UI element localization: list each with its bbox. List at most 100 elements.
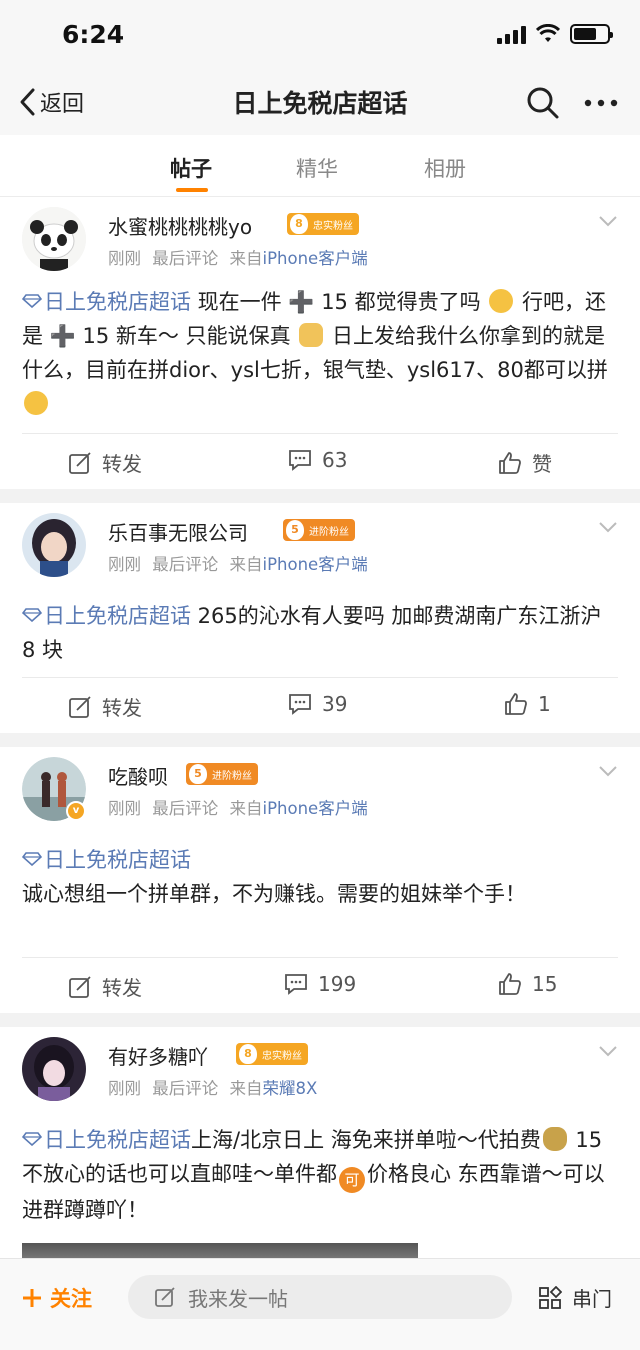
source-prefix: 来自	[229, 799, 263, 818]
username[interactable]: 乐百事无限公司	[108, 517, 248, 546]
fan-badge: 8 忠实粉丝	[287, 213, 359, 235]
comment-button[interactable]: 39	[288, 692, 347, 716]
chevron-left-icon	[20, 88, 35, 116]
badge-label: 进阶粉丝	[212, 770, 252, 782]
topic-link[interactable]: 日上免税店超话	[22, 843, 618, 877]
badge-label: 忠实粉丝	[313, 220, 353, 232]
avatar[interactable]: v	[22, 757, 86, 821]
topic-link[interactable]: 日上免税店超话	[22, 1128, 191, 1152]
wifi-icon	[536, 24, 560, 42]
thumbs-up-icon	[499, 451, 521, 474]
compose-post-button[interactable]: 我来发一帖	[128, 1275, 512, 1319]
comment-button[interactable]: 63	[288, 448, 347, 472]
avatar[interactable]	[22, 207, 86, 271]
post-text: 日上免税店超话 265的沁水有人要吗 加邮费湖南广东江浙沪 8 块	[22, 599, 618, 667]
more-icon[interactable]	[583, 96, 619, 110]
post-card[interactable]: v 吃酸呗 5 进阶粉丝 刚刚 最后评论 来自iPhone客户端 日上免税店超话…	[0, 747, 640, 1013]
comment-icon	[289, 450, 311, 471]
post-card[interactable]: 乐百事无限公司 5 进阶粉丝 刚刚 最后评论 来自iPhone客户端 日上免税店…	[0, 503, 640, 733]
post-text-segment: 现在一件	[191, 290, 289, 314]
follow-label: 关注	[50, 1287, 92, 1311]
like-count: 15	[532, 972, 558, 996]
repost-button[interactable]: 转发	[68, 692, 142, 721]
post-source[interactable]: 荣耀8X	[263, 1079, 318, 1098]
visit-button[interactable]: 串门	[538, 1283, 612, 1312]
username[interactable]: 水蜜桃桃桃桃yo	[108, 211, 252, 240]
chevron-down-icon[interactable]	[598, 521, 618, 533]
status-time: 6:24	[62, 20, 125, 49]
topic-diamond-icon	[22, 1132, 42, 1146]
post-text-segment: 15 新车～ 只能说保真	[75, 324, 298, 348]
plus-icon	[23, 1289, 41, 1307]
topic-diamond-icon	[22, 852, 42, 866]
comment-count: 39	[322, 692, 348, 716]
tab-posts[interactable]: 帖子	[170, 153, 212, 183]
last-comment-label: 最后评论	[152, 555, 219, 574]
post-card[interactable]: 水蜜桃桃桃桃yo 8 忠实粉丝 刚刚 最后评论 来自iPhone客户端 日上免税…	[0, 197, 640, 489]
comment-count: 63	[322, 448, 348, 472]
back-button[interactable]: 返回	[18, 86, 84, 118]
avatar[interactable]	[22, 513, 86, 577]
visit-label: 串门	[572, 1287, 612, 1311]
topic-link[interactable]: 日上免税店超话	[22, 290, 191, 314]
post-text-segment: 上海/北京日上 海免来拼单啦～代拍费	[191, 1128, 541, 1152]
username[interactable]: 有好多糖吖	[108, 1041, 208, 1070]
avatar[interactable]	[22, 1037, 86, 1101]
post-text: 日上免税店超话上海/北京日上 海免来拼单啦～代拍费 15 不放心的话也可以直邮哇…	[22, 1123, 618, 1227]
comment-icon	[289, 694, 311, 715]
post-source[interactable]: iPhone客户端	[263, 799, 368, 818]
tab-active-indicator	[176, 188, 208, 192]
username[interactable]: 吃酸呗	[108, 761, 168, 790]
follow-button[interactable]: 关注	[22, 1283, 92, 1313]
post-actions: 转发 199 15	[22, 957, 618, 1013]
search-icon[interactable]	[526, 86, 560, 120]
like-button[interactable]: 15	[498, 972, 557, 996]
comment-icon	[285, 974, 307, 995]
ok-badge-icon: 可	[339, 1167, 365, 1193]
fan-badge: 5 进阶粉丝	[186, 763, 258, 785]
post-meta: 刚刚 最后评论 来自iPhone客户端	[108, 551, 368, 575]
topic-link[interactable]: 日上免税店超话	[22, 604, 191, 628]
post-source[interactable]: iPhone客户端	[263, 249, 368, 268]
anime-avatar-image	[22, 1037, 86, 1101]
repost-button[interactable]: 转发	[68, 448, 142, 477]
post-source[interactable]: iPhone客户端	[263, 555, 368, 574]
thumbs-up-icon	[499, 973, 521, 995]
fan-badge: 5 进阶粉丝	[283, 519, 355, 541]
grid-diamond-icon	[539, 1285, 562, 1309]
post-meta: 刚刚 最后评论 来自iPhone客户端	[108, 245, 368, 269]
repost-icon	[69, 975, 91, 998]
chevron-down-icon[interactable]	[598, 1045, 618, 1057]
topic-diamond-icon	[22, 608, 42, 622]
repost-icon	[69, 695, 91, 718]
last-comment-label: 最后评论	[152, 799, 219, 818]
plus-emoji: ➕	[288, 290, 315, 314]
post-meta: 刚刚 最后评论 来自荣耀8X	[108, 1075, 317, 1099]
signal-icon	[497, 24, 526, 44]
repost-label: 转发	[102, 976, 142, 1000]
repost-label: 转发	[102, 452, 142, 476]
like-button[interactable]: 1	[504, 692, 551, 716]
post-text: 日上免税店超话 现在一件 ➕ 15 都觉得贵了吗 行吧，还是 ➕ 15 新车～ …	[22, 285, 618, 421]
post-text-segment: 15 都觉得贵了吗	[314, 290, 488, 314]
post-time: 刚刚	[108, 1079, 141, 1098]
tab-album[interactable]: 相册	[424, 153, 466, 183]
post-text-body: 诚心想组一个拼单群，不为赚钱。需要的姐妹举个手！	[22, 882, 526, 906]
repost-icon	[69, 451, 91, 474]
badge-level: 5	[286, 520, 304, 540]
post-time: 刚刚	[108, 799, 141, 818]
repost-button[interactable]: 转发	[68, 972, 142, 1001]
topic-label: 日上免税店超话	[44, 604, 191, 628]
comment-button[interactable]: 199	[284, 972, 356, 996]
tab-bar: 帖子 精华 相册	[0, 135, 640, 197]
tab-featured[interactable]: 精华	[296, 153, 338, 183]
chevron-down-icon[interactable]	[598, 765, 618, 777]
chevron-down-icon[interactable]	[598, 215, 618, 227]
like-button[interactable]: 赞	[498, 448, 552, 477]
post-actions: 转发 63 赞	[22, 433, 618, 489]
topic-diamond-icon	[22, 294, 42, 308]
topic-label: 日上免税店超话	[44, 1128, 191, 1152]
badge-label: 忠实粉丝	[262, 1050, 302, 1062]
post-card[interactable]: 有好多糖吖 8 忠实粉丝 刚刚 最后评论 来自荣耀8X 日上免税店超话上海/北京…	[0, 1027, 640, 1267]
doge-emoji-icon	[299, 323, 324, 347]
